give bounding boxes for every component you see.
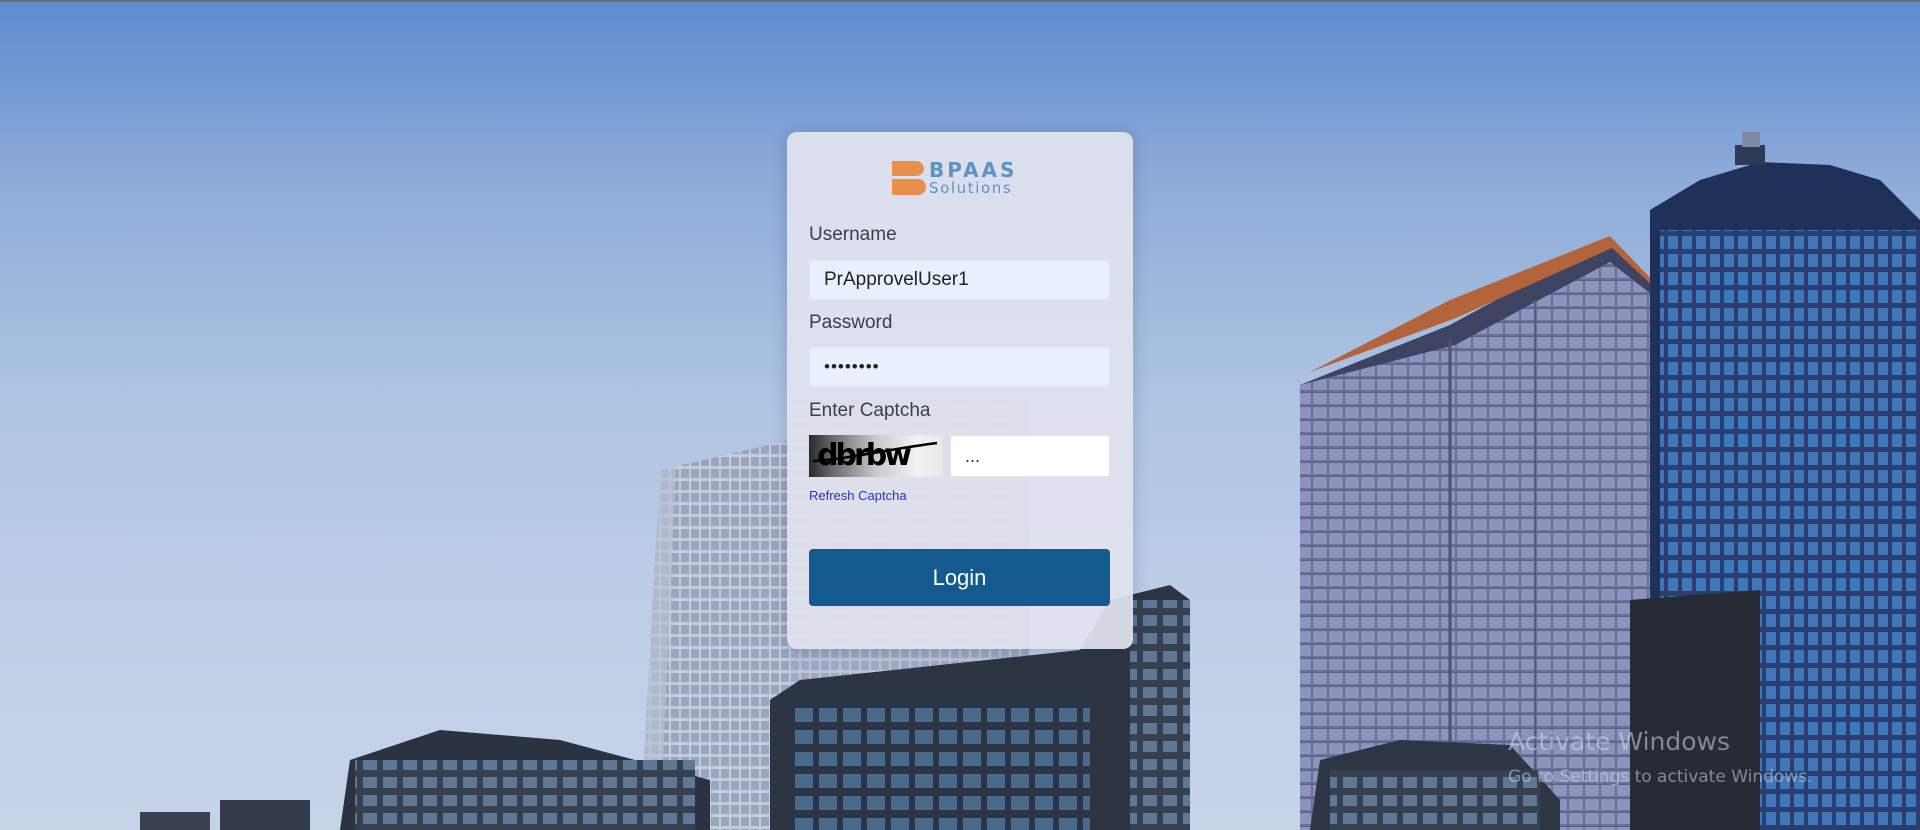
captcha-noise-line bbox=[812, 441, 938, 463]
captcha-label: Enter Captcha bbox=[809, 400, 931, 421]
windows-watermark-title: Activate Windows bbox=[1508, 727, 1730, 756]
password-input[interactable]: •••••••• bbox=[809, 347, 1110, 387]
brand-tagline: Solutions bbox=[929, 179, 1013, 197]
login-card: BPAAS Solutions Username Password ••••••… bbox=[787, 132, 1133, 649]
password-label: Password bbox=[809, 312, 893, 333]
captcha-image: dbrbw bbox=[809, 435, 943, 477]
windows-watermark-subtitle: Go to Settings to activate Windows. bbox=[1508, 767, 1813, 787]
login-button[interactable]: Login bbox=[809, 549, 1110, 606]
brand-logo: BPAAS Solutions bbox=[892, 160, 1032, 200]
brand-name: BPAAS bbox=[929, 158, 1018, 182]
brand-b-icon bbox=[892, 161, 926, 195]
username-label: Username bbox=[809, 224, 897, 245]
captcha-input[interactable] bbox=[950, 435, 1110, 477]
refresh-captcha-link[interactable]: Refresh Captcha bbox=[809, 488, 907, 503]
username-input[interactable] bbox=[809, 260, 1110, 300]
